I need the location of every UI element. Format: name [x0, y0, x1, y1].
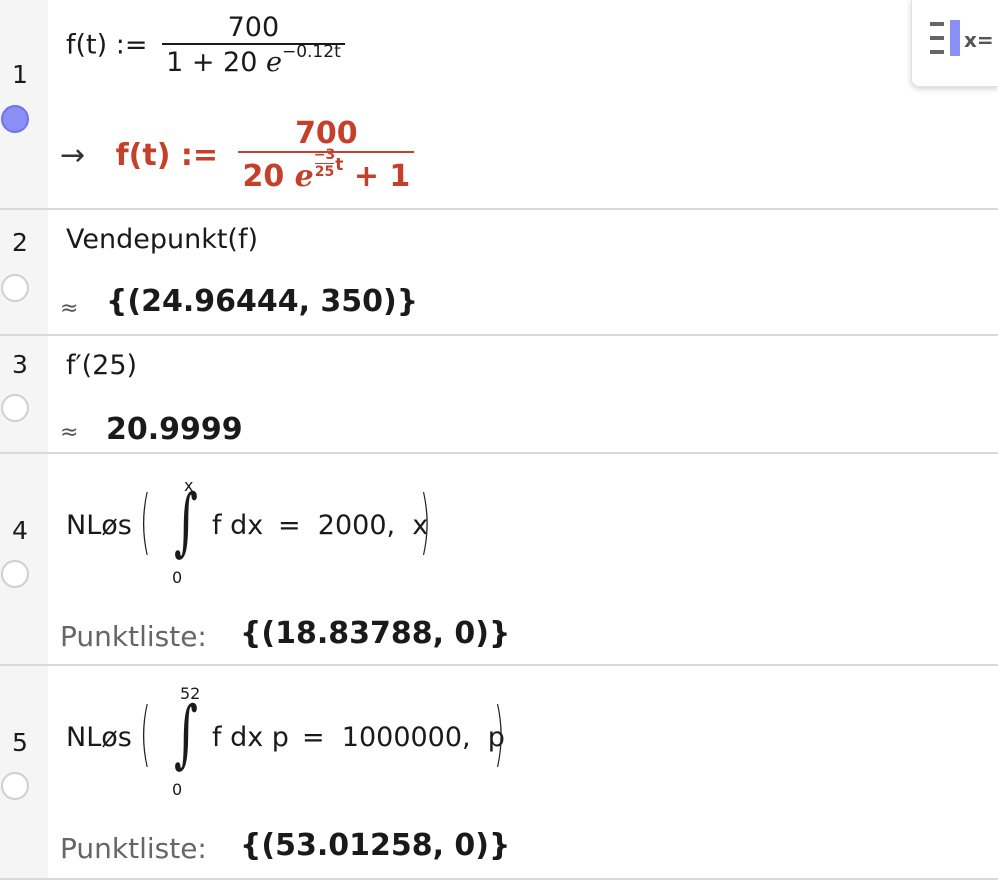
input-lhs: f(t) := [66, 29, 148, 61]
cas-input[interactable]: f′(25) [66, 350, 137, 381]
visibility-toggle[interactable] [1, 394, 29, 422]
output-exp-fraction: −3 25 [314, 147, 335, 180]
integral-lower-limit: 0 [172, 568, 183, 587]
input-exponent: −0.12t [281, 42, 341, 62]
cas-input[interactable]: Vendepunkt(f) [66, 224, 258, 255]
func-name: NLøs [66, 722, 132, 753]
row-number: 2 [12, 228, 28, 257]
output-denominator: 20 e −3 25 t + 1 [238, 147, 415, 194]
left-paren: ( [140, 483, 151, 564]
output-lhs: f(t) := [115, 137, 218, 173]
equation-rhs: = 2000, x [278, 510, 429, 541]
integral-sign: ∫ [174, 477, 198, 565]
row-gutter [0, 666, 48, 878]
row-number: 5 [12, 728, 28, 757]
algebra-view-label: x= [964, 28, 994, 52]
output-label: Punktliste: [60, 620, 207, 653]
output-numerator: 700 [295, 116, 358, 151]
output-exp-den: 25 [314, 163, 335, 180]
right-paren: ) [420, 483, 431, 564]
output-exp-base: e [294, 159, 314, 194]
cas-output: → f(t) := 700 20 e −3 25 t + 1 [60, 116, 415, 194]
cas-row-3[interactable]: 3 f′(25) ≈ 20.9999 [0, 336, 998, 454]
output-arrow: → [60, 137, 86, 173]
row-number: 1 [12, 60, 28, 89]
input-den-prefix: 1 + 20 [166, 47, 258, 78]
output-den-coef: 20 [242, 159, 285, 194]
right-paren: ) [494, 695, 505, 776]
left-paren: ( [140, 695, 151, 776]
cas-row-4[interactable]: 4 NLøs ( x ∫ 0 f dx = 2000, x ) Punktlis… [0, 454, 998, 666]
visibility-toggle[interactable] [1, 274, 29, 302]
cas-output: {(53.01258, 0)} [240, 828, 511, 863]
visibility-toggle[interactable] [1, 560, 29, 588]
integrand: f dx p [212, 722, 289, 753]
output-fraction: 700 20 e −3 25 t + 1 [238, 116, 415, 194]
cas-input[interactable]: NLøs ( x ∫ 0 f dx = 2000, x ) [66, 464, 566, 594]
input-fraction: 700 1 + 20 e−0.12t [162, 12, 345, 78]
integrand: f dx [212, 510, 264, 541]
approx-symbol: ≈ [60, 420, 79, 445]
func-name: NLøs [66, 510, 132, 541]
equation-rhs: = 1000000, p [302, 722, 505, 753]
input-numerator: 700 [227, 12, 280, 43]
visibility-toggle[interactable] [1, 105, 29, 133]
row-gutter [0, 454, 48, 664]
approx-symbol: ≈ [60, 296, 79, 321]
output-exp-num: −3 [313, 147, 336, 163]
cas-output: 20.9999 [106, 412, 243, 447]
input-exp-base: e [265, 47, 282, 78]
output-den-suffix: + 1 [353, 159, 411, 194]
output-label: Punktliste: [60, 832, 207, 865]
output-exp-var: t [335, 155, 344, 175]
row-gutter [0, 0, 48, 208]
visibility-toggle[interactable] [1, 772, 29, 800]
cas-input[interactable]: NLøs ( 52 ∫ 0 f dx p = 1000000, p ) [66, 676, 626, 806]
cas-row-1[interactable]: 1 f(t) := 700 1 + 20 e−0.12t → f(t) := 7… [0, 0, 998, 210]
cas-row-5[interactable]: 5 NLøs ( 52 ∫ 0 f dx p = 1000000, p ) Pu… [0, 666, 998, 880]
row-number: 4 [12, 516, 28, 545]
cas-output: {(24.96444, 350)} [106, 284, 419, 319]
integral-lower-limit: 0 [172, 780, 183, 799]
cas-output: {(18.83788, 0)} [240, 616, 511, 651]
algebra-view-button[interactable]: x= [911, 0, 998, 87]
input-denominator: 1 + 20 e−0.12t [162, 42, 345, 78]
cas-input[interactable]: f(t) := 700 1 + 20 e−0.12t [66, 12, 345, 78]
row-number: 3 [12, 350, 28, 379]
integral-sign: ∫ [174, 689, 198, 777]
cas-row-2[interactable]: 2 Vendepunkt(f) ≈ {(24.96444, 350)} [0, 210, 998, 336]
